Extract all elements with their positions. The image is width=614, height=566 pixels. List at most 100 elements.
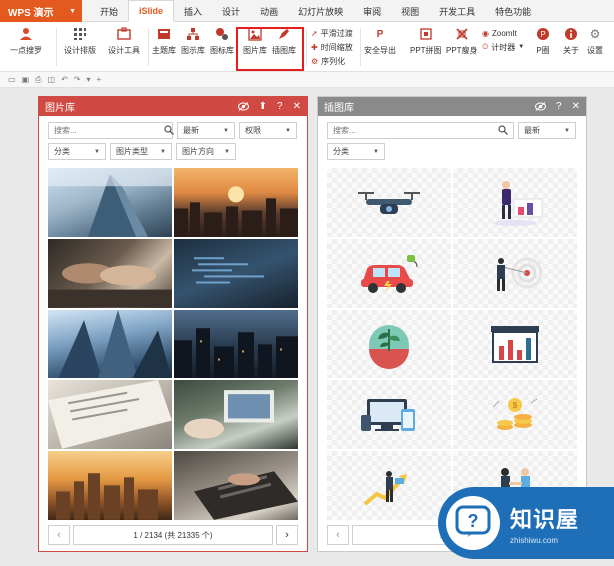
eye-slash-icon[interactable] bbox=[237, 102, 249, 111]
close-icon[interactable]: ✕ bbox=[572, 101, 580, 112]
chart-lib-button[interactable]: 图示库 bbox=[181, 26, 205, 56]
user-icon bbox=[18, 26, 34, 42]
category-select[interactable]: 分类 ▼ bbox=[327, 143, 385, 160]
image-thumbnail[interactable] bbox=[174, 309, 298, 379]
tab-features[interactable]: 特色功能 bbox=[485, 0, 541, 22]
zoom-icon: ✚ bbox=[311, 42, 318, 52]
tab-insert[interactable]: 插入 bbox=[174, 0, 212, 22]
image-thumbnail[interactable] bbox=[48, 451, 172, 520]
image-thumbnail[interactable] bbox=[174, 451, 298, 520]
zoomit-button[interactable]: ◉ ZoomIt bbox=[482, 27, 524, 39]
upload-icon[interactable]: ⬆ bbox=[259, 101, 267, 112]
ppt-puzzle-button[interactable]: PPT拼图 bbox=[410, 26, 442, 56]
chevron-down-icon: ▼ bbox=[285, 127, 291, 134]
illustration-presenter[interactable] bbox=[453, 168, 577, 237]
tab-view[interactable]: 视图 bbox=[391, 0, 429, 22]
chevron-down-icon: ▼ bbox=[373, 148, 379, 155]
tab-animation[interactable]: 动画 bbox=[250, 0, 288, 22]
image-thumbnail[interactable] bbox=[174, 238, 298, 308]
time-zoom-button[interactable]: ✚ 时间缩放 bbox=[311, 41, 353, 53]
search-icon[interactable] bbox=[498, 124, 508, 137]
watermark-url: zhishiwu.com bbox=[510, 535, 559, 545]
tab-islide[interactable]: iSlide bbox=[128, 0, 175, 22]
chevron-down-icon: ▼ bbox=[69, 7, 76, 15]
search-field[interactable] bbox=[48, 122, 174, 139]
tab-design[interactable]: 设计 bbox=[212, 0, 250, 22]
zoomit-icon: ◉ bbox=[482, 28, 489, 38]
about-button[interactable]: 关于 bbox=[563, 26, 579, 56]
slim-icon bbox=[454, 26, 470, 42]
chevron-down-icon: ▼ bbox=[160, 148, 166, 155]
image-thumbnail[interactable] bbox=[48, 168, 172, 237]
illustration-coins-growth[interactable]: $ bbox=[453, 380, 577, 450]
ribbon-separator bbox=[56, 28, 57, 66]
chevron-down-icon: ▼ bbox=[94, 148, 100, 155]
image-thumbnail[interactable] bbox=[174, 168, 298, 237]
search-input[interactable] bbox=[333, 126, 498, 135]
close-icon[interactable]: ✕ bbox=[293, 101, 301, 112]
icon-lib-button[interactable]: 图标库 bbox=[210, 26, 234, 56]
prev-page-button[interactable]: ‹ bbox=[327, 525, 349, 545]
preview-icon[interactable]: ◫ bbox=[48, 75, 56, 84]
prev-page-button[interactable]: ‹ bbox=[48, 525, 70, 545]
chevron-right-icon: › bbox=[285, 529, 289, 541]
ribbon-separator bbox=[306, 28, 307, 66]
sort-select[interactable]: 最新 ▼ bbox=[177, 122, 235, 139]
p-circle-button[interactable]: P P圈 bbox=[535, 26, 551, 56]
open-icon[interactable]: ▭ bbox=[8, 75, 16, 84]
tab-developer[interactable]: 开发工具 bbox=[429, 0, 485, 22]
chevron-down-icon: ▼ bbox=[564, 127, 570, 134]
transition-icon: ➚ bbox=[311, 28, 318, 38]
tab-slideshow[interactable]: 幻灯片放映 bbox=[288, 0, 353, 22]
illustration-drone[interactable] bbox=[327, 168, 451, 237]
utility-group: ◉ ZoomIt ⏲ 计时器 ▼ bbox=[482, 27, 524, 53]
tab-review[interactable]: 审阅 bbox=[353, 0, 391, 22]
image-thumbnail[interactable] bbox=[174, 380, 298, 450]
chevron-down-icon[interactable]: ▾ bbox=[87, 75, 91, 84]
help-icon[interactable]: ? bbox=[556, 101, 562, 112]
illustration-growth-arrow[interactable] bbox=[327, 451, 451, 520]
image-thumbnail[interactable] bbox=[48, 238, 172, 308]
illustration-target-man[interactable] bbox=[453, 238, 577, 308]
panel-titlebar: 插图库 ? ✕ bbox=[318, 97, 586, 116]
app-menu-button[interactable]: WPS 演示 ▼ bbox=[0, 0, 82, 22]
help-icon[interactable]: ? bbox=[277, 101, 283, 112]
app-name: WPS 演示 bbox=[8, 7, 54, 19]
image-thumbnail[interactable] bbox=[48, 309, 172, 379]
eye-slash-icon[interactable] bbox=[535, 102, 547, 111]
ppt-slim-button[interactable]: PPT瘦身 bbox=[446, 26, 478, 56]
sort-select[interactable]: 最新 ▼ bbox=[518, 122, 576, 139]
add-icon[interactable]: + bbox=[97, 75, 102, 84]
one-click-button[interactable]: 一点搜罗 bbox=[10, 26, 42, 56]
search-icon[interactable] bbox=[164, 124, 174, 137]
search-field[interactable] bbox=[327, 122, 514, 139]
image-orientation-select[interactable]: 图片方向 ▼ bbox=[176, 143, 236, 160]
page-info: 1 / 2134 (共 21335 个) bbox=[73, 525, 273, 545]
illustration-bar-chart[interactable] bbox=[453, 309, 577, 379]
tab-home[interactable]: 开始 bbox=[90, 0, 128, 22]
design-tools-button[interactable]: 设计工具 bbox=[108, 26, 140, 56]
permission-select[interactable]: 权限 ▼ bbox=[239, 122, 297, 139]
image-grid bbox=[48, 168, 298, 520]
svg-text:P: P bbox=[540, 30, 545, 39]
illustration-plant-globe[interactable] bbox=[327, 309, 451, 379]
settings-button[interactable]: ⚙ 设置 bbox=[587, 26, 603, 56]
design-layout-button[interactable]: 设计排版 bbox=[64, 26, 96, 56]
illustration-electric-car[interactable] bbox=[327, 238, 451, 308]
timer-button[interactable]: ⏲ 计时器 ▼ bbox=[482, 41, 524, 53]
sequence-icon: ⚙ bbox=[311, 56, 319, 66]
safe-export-button[interactable]: P 安全导出 bbox=[364, 26, 396, 56]
print-icon[interactable]: ⎙ bbox=[35, 75, 41, 85]
next-page-button[interactable]: › bbox=[276, 525, 298, 545]
serialize-button[interactable]: ⚙ 序列化 bbox=[311, 55, 353, 67]
redo-icon[interactable]: ↷ bbox=[74, 75, 81, 84]
theme-lib-button[interactable]: 主题库 bbox=[152, 26, 176, 56]
image-type-select[interactable]: 图片类型 ▼ bbox=[110, 143, 172, 160]
image-thumbnail[interactable] bbox=[48, 380, 172, 450]
category-select[interactable]: 分类 ▼ bbox=[48, 143, 106, 160]
illustration-devices[interactable] bbox=[327, 380, 451, 450]
smooth-transition-button[interactable]: ➚ 平滑过渡 bbox=[311, 27, 353, 39]
undo-icon[interactable]: ↶ bbox=[61, 75, 68, 84]
search-input[interactable] bbox=[54, 126, 164, 135]
save-icon[interactable]: ▣ bbox=[22, 75, 30, 84]
